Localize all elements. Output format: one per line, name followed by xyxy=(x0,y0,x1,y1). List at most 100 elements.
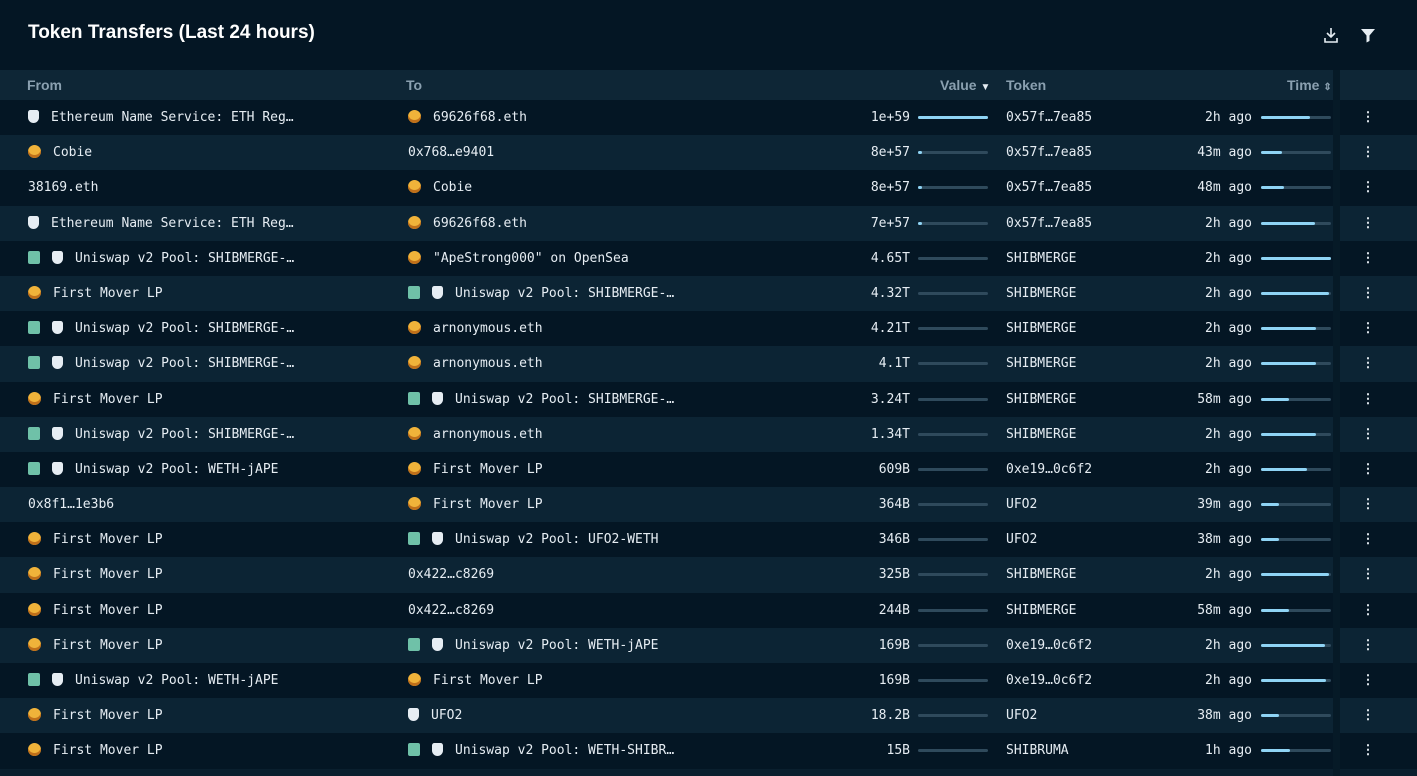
token-name[interactable]: SHIBMERGE xyxy=(1006,557,1156,592)
from-address[interactable]: Ethereum Name Service: ETH Reg… xyxy=(28,206,398,241)
from-address[interactable]: 0x8f1…1e3b6 xyxy=(28,487,398,522)
to-address[interactable]: arnonymous.eth xyxy=(408,311,788,346)
to-address[interactable]: 0x422…c8269 xyxy=(408,593,788,628)
column-from[interactable]: From xyxy=(27,77,62,93)
to-address[interactable]: 69626f68.eth xyxy=(408,206,788,241)
from-address[interactable]: First Mover LP xyxy=(28,276,398,311)
from-address[interactable]: Uniswap v2 Pool: WETH-jAPE xyxy=(28,452,398,487)
token-name[interactable]: 0x57f…7ea85 xyxy=(1006,100,1156,135)
token-name[interactable]: SHIBMERGE xyxy=(1006,382,1156,417)
more-options-icon[interactable]: ⋮ xyxy=(1360,346,1376,381)
to-address[interactable]: Uniswap v2 Pool: WETH-SHIBR… xyxy=(408,733,788,768)
more-options-icon[interactable]: ⋮ xyxy=(1360,206,1376,241)
token-name[interactable]: UFO2 xyxy=(1006,698,1156,733)
from-address[interactable]: Uniswap v2 Pool: SHIBMERGE-… xyxy=(28,346,398,381)
table-row[interactable]: First Mover LP 0x422…c8269 244B SHIBMERGE 58… xyxy=(0,592,1417,628)
token-name[interactable]: 0xe19…0c6f2 xyxy=(1006,452,1156,487)
token-name[interactable]: 0x57f…7ea85 xyxy=(1006,135,1156,170)
table-row[interactable]: First Mover LP UFO2 18.2B UFO2 38m ago ⋮ xyxy=(0,698,1417,734)
column-token[interactable]: Token xyxy=(1006,77,1046,93)
table-row[interactable]: Uniswap v2 Pool: SHIBMERGE-… arnonymous.e… xyxy=(0,311,1417,347)
table-row[interactable]: Cobie 0x768…e9401 8e+57 0x57f…7ea85 43m ago ⋮ xyxy=(0,135,1417,171)
to-address[interactable]: Uniswap v2 Pool: SHIBMERGE-… xyxy=(408,276,788,311)
more-options-icon[interactable]: ⋮ xyxy=(1360,417,1376,452)
more-options-icon[interactable]: ⋮ xyxy=(1360,628,1376,663)
more-options-icon[interactable]: ⋮ xyxy=(1360,487,1376,522)
to-address[interactable]: Uniswap v2 Pool: SHIBMERGE-… xyxy=(408,382,788,417)
scrollbar[interactable] xyxy=(1333,70,1340,776)
token-name[interactable]: SHIBRUMA xyxy=(1006,733,1156,768)
table-row[interactable]: Uniswap v2 Pool: SHIBMERGE-… arnonymous.e… xyxy=(0,416,1417,452)
table-row[interactable]: 0x8f1…1e3b6 First Mover LP 364B UFO2 39m ago… xyxy=(0,487,1417,523)
table-row[interactable]: Uniswap v2 Pool: WETH-jAPE First Mover LP… xyxy=(0,663,1417,699)
from-address[interactable]: Uniswap v2 Pool: WETH-jAPE xyxy=(28,663,398,698)
table-row[interactable]: 38169.eth Cobie 8e+57 0x57f…7ea85 48m ago ⋮ xyxy=(0,170,1417,206)
to-address[interactable]: 69626f68.eth xyxy=(408,100,788,135)
table-row[interactable]: First Mover LP 0x422…c8269 325B SHIBMERGE 2h… xyxy=(0,557,1417,593)
table-row[interactable]: First Mover LP Uniswap v2 Pool: UFO2-WETH… xyxy=(0,522,1417,558)
to-address[interactable]: 0x768…e9401 xyxy=(408,135,788,170)
to-address[interactable]: Uniswap v2 Pool: WETH-jAPE xyxy=(408,628,788,663)
token-name[interactable]: 0x57f…7ea85 xyxy=(1006,170,1156,205)
from-address[interactable]: First Mover LP xyxy=(28,628,398,663)
download-icon[interactable] xyxy=(1322,26,1340,44)
table-row[interactable]: First Mover LP Uniswap v2 Pool: SHIBMERGE… xyxy=(0,275,1417,312)
from-address[interactable]: First Mover LP xyxy=(28,698,398,733)
more-options-icon[interactable]: ⋮ xyxy=(1360,663,1376,698)
from-address[interactable]: First Mover LP xyxy=(28,593,398,628)
table-row[interactable]: First Mover LP Uniswap v2 Pool: WETH-jAPE… xyxy=(0,627,1417,663)
more-options-icon[interactable]: ⋮ xyxy=(1360,241,1376,276)
to-address[interactable]: Uniswap v2 Pool: UFO2-WETH xyxy=(408,522,788,557)
to-address[interactable]: Cobie xyxy=(408,170,788,205)
token-name[interactable]: SHIBMERGE xyxy=(1006,417,1156,452)
to-address[interactable]: arnonymous.eth xyxy=(408,417,788,452)
from-address[interactable]: 38169.eth xyxy=(28,170,398,205)
token-name[interactable]: SHIBMERGE xyxy=(1006,241,1156,276)
more-options-icon[interactable]: ⋮ xyxy=(1360,522,1376,557)
more-options-icon[interactable]: ⋮ xyxy=(1360,593,1376,628)
more-options-icon[interactable]: ⋮ xyxy=(1360,382,1376,417)
token-name[interactable]: UFO2 xyxy=(1006,522,1156,557)
more-options-icon[interactable]: ⋮ xyxy=(1360,311,1376,346)
from-address[interactable]: Uniswap v2 Pool: SHIBMERGE-… xyxy=(28,311,398,346)
filter-icon[interactable] xyxy=(1359,26,1377,44)
to-address[interactable]: 0x422…c8269 xyxy=(408,557,788,592)
more-options-icon[interactable]: ⋮ xyxy=(1360,452,1376,487)
scrollbar-thumb[interactable] xyxy=(1333,70,1340,776)
table-row[interactable]: First Mover LP Uniswap v2 Pool: SHIBMERGE… xyxy=(0,381,1417,417)
column-value[interactable]: Value ▼ xyxy=(940,77,990,93)
table-row[interactable]: Uniswap v2 Pool: WETH-jAPE First Mover LP… xyxy=(0,451,1417,488)
from-address[interactable]: First Mover LP xyxy=(28,557,398,592)
table-row[interactable]: Ethereum Name Service: ETH Reg… 69626f68.… xyxy=(0,100,1417,136)
column-to[interactable]: To xyxy=(406,77,422,93)
more-options-icon[interactable]: ⋮ xyxy=(1360,276,1376,311)
token-name[interactable]: SHIBMERGE xyxy=(1006,276,1156,311)
from-address[interactable]: Ethereum Name Service: ETH Reg… xyxy=(28,100,398,135)
to-address[interactable]: arnonymous.eth xyxy=(408,346,788,381)
to-address[interactable]: First Mover LP xyxy=(408,663,788,698)
from-address[interactable]: First Mover LP xyxy=(28,382,398,417)
more-options-icon[interactable]: ⋮ xyxy=(1360,100,1376,135)
more-options-icon[interactable]: ⋮ xyxy=(1360,698,1376,733)
token-name[interactable]: 0xe19…0c6f2 xyxy=(1006,663,1156,698)
token-name[interactable]: 0x57f…7ea85 xyxy=(1006,206,1156,241)
more-options-icon[interactable]: ⋮ xyxy=(1360,733,1376,768)
token-name[interactable]: 0xe19…0c6f2 xyxy=(1006,628,1156,663)
to-address[interactable]: First Mover LP xyxy=(408,452,788,487)
token-name[interactable]: UFO2 xyxy=(1006,487,1156,522)
from-address[interactable]: First Mover LP xyxy=(28,733,398,768)
table-row[interactable]: Uniswap v2 Pool: SHIBMERGE-… arnonymous.e… xyxy=(0,346,1417,382)
to-address[interactable]: First Mover LP xyxy=(408,487,788,522)
more-options-icon[interactable]: ⋮ xyxy=(1360,170,1376,205)
from-address[interactable]: Uniswap v2 Pool: SHIBMERGE-… xyxy=(28,241,398,276)
to-address[interactable]: "ApeStrong000" on OpenSea xyxy=(408,241,788,276)
token-name[interactable]: SHIBMERGE xyxy=(1006,311,1156,346)
table-row[interactable]: Ethereum Name Service: ETH Reg… 69626f68.… xyxy=(0,205,1417,241)
table-row[interactable]: First Mover LP Uniswap v2 Pool: WETH-SHIB… xyxy=(0,733,1417,769)
from-address[interactable]: Cobie xyxy=(28,135,398,170)
more-options-icon[interactable]: ⋮ xyxy=(1360,557,1376,592)
from-address[interactable]: Uniswap v2 Pool: SHIBMERGE-… xyxy=(28,417,398,452)
column-time[interactable]: Time ⇕ xyxy=(1287,77,1332,93)
to-address[interactable]: UFO2 xyxy=(408,698,788,733)
token-name[interactable]: SHIBMERGE xyxy=(1006,346,1156,381)
